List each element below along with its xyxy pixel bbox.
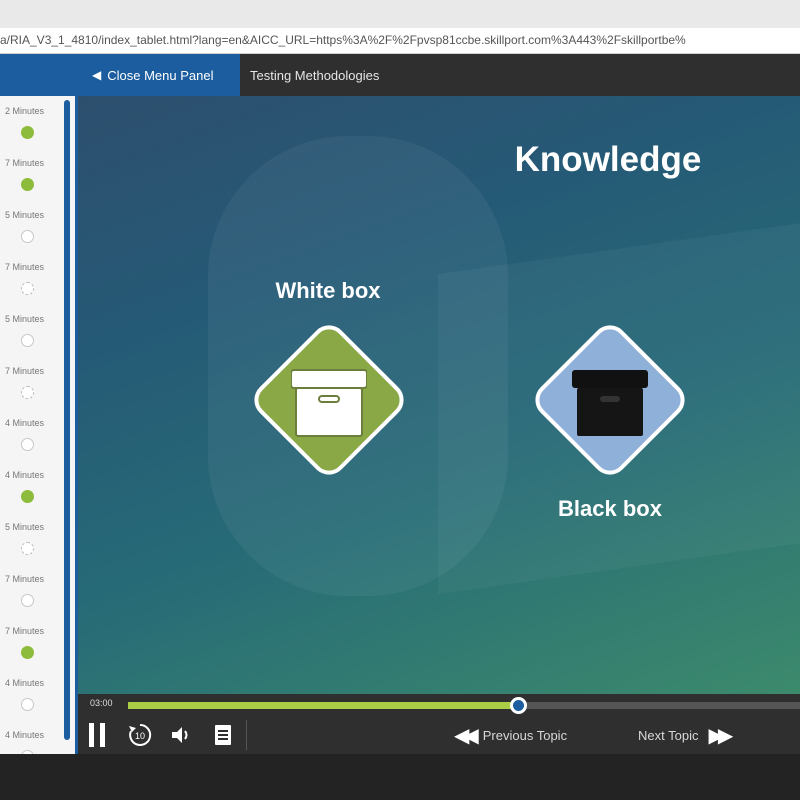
- header-menu-area: [0, 54, 80, 96]
- topic-duration: 4 Minutes: [4, 678, 44, 688]
- volume-button[interactable]: [170, 722, 194, 748]
- completion-status-icon: [21, 178, 34, 191]
- pause-icon: [89, 723, 94, 747]
- svg-text:10: 10: [135, 731, 145, 741]
- menu-topic-item[interactable]: 5 Minutes: [0, 514, 60, 566]
- browser-chrome: [0, 0, 800, 28]
- transcript-icon: [215, 725, 231, 745]
- black-box-label: Black box: [558, 496, 662, 521]
- menu-panel: 2 Minutes 7 Minutes 5 Minutes 7 Minutes 5 Mi…: [0, 96, 78, 754]
- menu-topic-item[interactable]: 2 Minutes: [0, 98, 60, 150]
- course-header: ◀ Close Menu Panel Testing Methodologies: [0, 54, 800, 96]
- next-topic-button[interactable]: Next Topic ▶▶: [638, 722, 733, 748]
- completion-status-icon: [21, 230, 34, 243]
- white-box-label: White box: [275, 278, 381, 303]
- topic-duration: 7 Minutes: [4, 366, 44, 376]
- topic-duration: 4 Minutes: [4, 418, 44, 428]
- slide-title: Knowledge: [514, 140, 702, 179]
- progress-fill: [128, 702, 518, 709]
- completion-status-icon: [21, 282, 34, 295]
- volume-icon: [172, 727, 188, 743]
- controls-divider: [246, 720, 247, 750]
- completion-status-icon: [21, 542, 34, 555]
- completion-status-icon: [21, 126, 34, 139]
- menu-topic-item[interactable]: 4 Minutes: [0, 670, 60, 722]
- elapsed-time: 03:00: [90, 698, 113, 708]
- slide-canvas: Knowledge White box Black box: [78, 96, 800, 694]
- progress-knob[interactable]: [509, 697, 527, 714]
- topic-duration: 2 Minutes: [4, 106, 44, 116]
- topic-duration: 4 Minutes: [4, 470, 44, 480]
- topic-title: Testing Methodologies: [250, 67, 380, 83]
- topic-duration: 5 Minutes: [4, 314, 44, 324]
- menu-topic-item[interactable]: 4 Minutes: [0, 410, 60, 462]
- completion-status-icon: [21, 386, 34, 399]
- menu-topic-item[interactable]: 7 Minutes: [0, 566, 60, 618]
- completion-status-icon: [21, 594, 34, 607]
- close-menu-panel-button[interactable]: ◀ Close Menu Panel: [80, 54, 240, 96]
- menu-topic-item[interactable]: 5 Minutes: [0, 202, 60, 254]
- replay-10-icon: 10: [129, 723, 152, 746]
- topic-duration: 5 Minutes: [4, 210, 44, 220]
- menu-topic-item[interactable]: 5 Minutes: [0, 306, 60, 358]
- address-bar[interactable]: a/RIA_V3_1_4810/index_tablet.html?lang=e…: [0, 28, 800, 54]
- pause-icon: [100, 723, 105, 747]
- completion-status-icon: [21, 438, 34, 451]
- topic-duration: 7 Minutes: [4, 574, 44, 584]
- previous-topic-label: Previous Topic: [482, 727, 568, 743]
- topic-duration: 4 Minutes: [4, 730, 44, 740]
- chevron-left-icon: ◀: [92, 68, 102, 82]
- pause-button[interactable]: [86, 722, 108, 748]
- topic-duration: 7 Minutes: [4, 626, 44, 636]
- next-topic-icon: ▶▶: [708, 724, 733, 747]
- completion-status-icon: [21, 646, 34, 659]
- completion-status-icon: [21, 698, 34, 711]
- topic-duration: 7 Minutes: [4, 262, 44, 272]
- close-menu-label: Close Menu Panel: [107, 67, 214, 83]
- menu-topic-item[interactable]: 4 Minutes: [0, 722, 60, 754]
- taskbar-area: [0, 754, 800, 800]
- topic-duration: 7 Minutes: [4, 158, 44, 168]
- replay-button[interactable]: 10: [126, 722, 154, 748]
- menu-scrollbar[interactable]: [64, 100, 70, 740]
- player-controls: 03:00 10 ◀◀ Previous Topic Next Topic ▶▶: [78, 694, 800, 754]
- transcript-button[interactable]: [212, 722, 234, 748]
- white-box-icon: [291, 369, 367, 437]
- menu-topic-item[interactable]: 7 Minutes: [0, 150, 60, 202]
- menu-topic-item[interactable]: 7 Minutes: [0, 254, 60, 306]
- menu-topic-item[interactable]: 4 Minutes: [0, 462, 60, 514]
- menu-topic-item[interactable]: 7 Minutes: [0, 618, 60, 670]
- completion-status-icon: [21, 334, 34, 347]
- black-box-icon: [572, 370, 648, 436]
- topic-duration: 5 Minutes: [4, 522, 44, 532]
- previous-topic-icon: ◀◀: [454, 724, 479, 747]
- menu-topic-item[interactable]: 7 Minutes: [0, 358, 60, 410]
- next-topic-label: Next Topic: [638, 727, 699, 743]
- progress-track[interactable]: [128, 697, 800, 714]
- previous-topic-button[interactable]: ◀◀ Previous Topic: [454, 722, 567, 748]
- url-text: a/RIA_V3_1_4810/index_tablet.html?lang=e…: [0, 33, 686, 47]
- completion-status-icon: [21, 490, 34, 503]
